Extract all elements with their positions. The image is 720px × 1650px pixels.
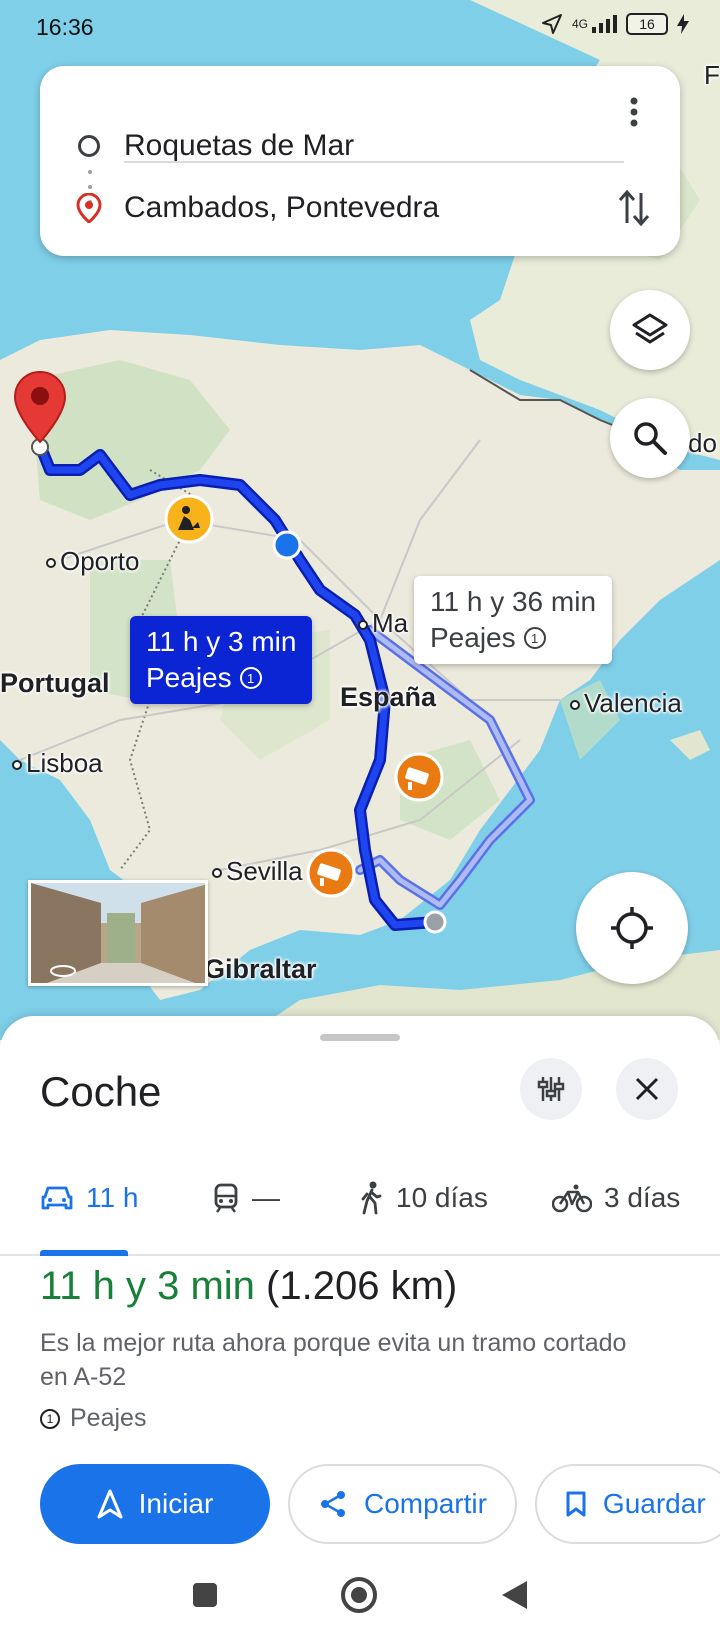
bike-icon	[552, 1184, 592, 1213]
tune-icon	[537, 1077, 565, 1101]
status-icons: 4G 16	[540, 12, 690, 36]
start-button-label: Iniciar	[138, 1488, 214, 1519]
street-view-thumbnail[interactable]	[28, 880, 208, 986]
route-duration: 11 h y 3 min	[40, 1264, 255, 1308]
map-label-sevilla: Sevilla	[212, 856, 303, 887]
network-type: 4G	[571, 17, 588, 31]
save-button-label: Guardar	[602, 1488, 706, 1519]
route-tolls-label: Peajes	[70, 1404, 147, 1432]
destination-pin-icon[interactable]	[13, 370, 67, 444]
start-button[interactable]: Iniciar	[40, 1464, 270, 1544]
active-tab-indicator	[40, 1250, 128, 1256]
battery-icon: 16	[626, 13, 668, 35]
train-icon	[214, 1183, 238, 1213]
origin-row[interactable]: Roquetas de Mar	[40, 114, 680, 178]
primary-route-tolls: Peajes 1	[146, 660, 262, 696]
map-label-madrid: Ma	[358, 608, 408, 639]
toll-coin-icon: 1	[40, 1408, 60, 1429]
tab-bike[interactable]: 3 días	[552, 1176, 680, 1220]
save-button[interactable]: Guardar	[534, 1464, 720, 1544]
primary-route-duration: 11 h y 3 min	[146, 626, 297, 657]
search-icon	[634, 422, 667, 455]
tab-transit[interactable]: —	[212, 1176, 280, 1220]
status-time: 16:36	[36, 14, 94, 40]
tab-walk-label: 10 días	[396, 1182, 488, 1213]
signal-icon	[592, 15, 617, 33]
share-button-label: Compartir	[364, 1488, 487, 1519]
layers-button[interactable]	[610, 290, 690, 370]
tab-car[interactable]: 11 h	[40, 1176, 138, 1220]
tab-transit-label: —	[252, 1182, 280, 1213]
sheet-title: Coche	[40, 1068, 162, 1115]
origin-circle-icon	[78, 135, 100, 157]
primary-route-bubble[interactable]: 11 h y 3 min Peajes 1	[130, 616, 313, 704]
charging-icon	[677, 14, 689, 34]
origin-field[interactable]: Roquetas de Mar	[124, 129, 354, 163]
speed-camera-icon[interactable]	[394, 752, 444, 802]
home-icon[interactable]	[339, 1575, 379, 1615]
map-label-portugal: Portugal	[0, 668, 110, 698]
tab-car-label: 11 h	[86, 1182, 139, 1213]
system-nav-bar	[0, 1540, 720, 1650]
map-label-lisboa: Lisboa	[12, 748, 103, 779]
toll-coin-icon: 1	[523, 627, 546, 649]
my-location-icon	[611, 907, 653, 949]
alt-route-duration: 11 h y 36 min	[430, 586, 597, 617]
map-label-edge-top: F	[704, 60, 720, 90]
navigation-arrow-icon	[541, 14, 562, 34]
navigation-icon	[97, 1489, 123, 1519]
layers-icon	[632, 313, 668, 344]
walk-icon	[361, 1181, 382, 1215]
more-vert-icon	[630, 97, 638, 127]
route-card: Roquetas de Mar Cambados, Pontevedra	[40, 66, 680, 256]
tab-walk[interactable]: 10 días	[358, 1176, 488, 1220]
map-label-oporto: Oporto	[46, 546, 140, 577]
destination-row[interactable]: Cambados, Pontevedra	[40, 176, 680, 240]
car-icon	[41, 1186, 73, 1210]
route-tolls: 1 Peajes	[40, 1404, 146, 1433]
route-options-button[interactable]	[520, 1058, 582, 1120]
map-label-edge-right: do	[688, 428, 717, 458]
more-options-button[interactable]	[614, 92, 654, 132]
swap-vertical-icon	[618, 189, 650, 227]
destination-field[interactable]: Cambados, Pontevedra	[124, 191, 439, 225]
alt-route-tolls: Peajes 1	[430, 620, 546, 656]
alt-route-bubble[interactable]: 11 h y 36 min Peajes 1	[414, 576, 613, 664]
route-reason: Es la mejor ruta ahora porque evita un t…	[40, 1329, 627, 1391]
sheet-drag-handle[interactable]	[320, 1034, 400, 1041]
toll-coin-icon: 1	[239, 667, 262, 689]
card-divider	[124, 161, 624, 163]
map-label-valencia: Valencia	[570, 688, 682, 719]
swap-route-button[interactable]	[612, 184, 656, 232]
route-actions: Iniciar Compartir Guardar	[40, 1464, 720, 1544]
route-summary: 11 h y 3 min (1.206 km)	[40, 1264, 457, 1309]
close-icon	[635, 1077, 659, 1101]
recents-icon[interactable]	[191, 1581, 219, 1609]
close-button[interactable]	[616, 1058, 678, 1120]
share-button[interactable]: Compartir	[288, 1464, 517, 1544]
tab-bike-label: 3 días	[604, 1182, 681, 1213]
travel-mode-tabs: 11 h — 10 días 3 días	[0, 1152, 720, 1256]
bookmark-icon	[566, 1491, 586, 1517]
my-location-button[interactable]	[576, 872, 688, 984]
directions-sheet: Coche 11 h — 10 días 3 días 11 h y 3 min…	[0, 1016, 720, 1650]
battery-level: 16	[639, 16, 655, 32]
speed-camera-icon[interactable]	[306, 848, 356, 898]
location-pin-icon	[76, 193, 102, 223]
share-icon	[321, 1491, 345, 1517]
map-label-gibraltar: Gibraltar	[204, 954, 317, 984]
route-distance: (1.206 km)	[266, 1264, 458, 1308]
street-photo-icon	[31, 883, 205, 983]
status-bar: 16:36 4G 16	[0, 0, 720, 56]
map-label-espana: España	[340, 682, 437, 712]
roadwork-icon[interactable]	[164, 494, 214, 544]
search-button[interactable]	[610, 398, 690, 478]
back-icon[interactable]	[499, 1579, 529, 1611]
